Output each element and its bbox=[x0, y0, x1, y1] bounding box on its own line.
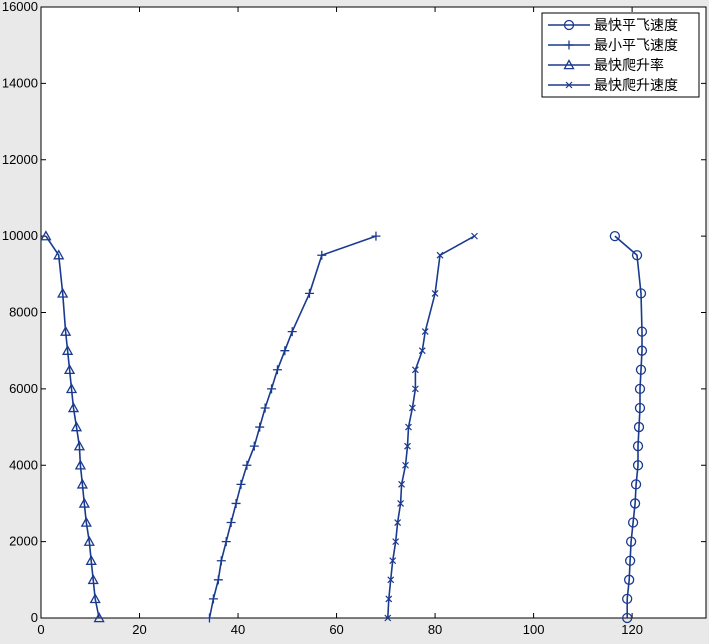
x-tick-label: 40 bbox=[231, 622, 245, 637]
y-tick-label: 2000 bbox=[9, 534, 38, 549]
legend-label-2: 最小平飞速度 bbox=[594, 37, 678, 53]
legend-label-3: 最快爬升率 bbox=[594, 57, 664, 73]
y-tick-label: 4000 bbox=[9, 457, 38, 472]
x-tick-label: 120 bbox=[621, 622, 643, 637]
x-tick-label: 100 bbox=[523, 622, 545, 637]
y-tick-label: 10000 bbox=[2, 228, 38, 243]
legend-label-1: 最快平飞速度 bbox=[594, 17, 678, 33]
legend-label-4: 最快爬升速度 bbox=[594, 77, 678, 93]
x-tick-label: 0 bbox=[37, 622, 44, 637]
plot-area bbox=[40, 6, 707, 619]
x-tick-label: 60 bbox=[329, 622, 343, 637]
y-tick-label: 8000 bbox=[9, 305, 38, 320]
y-tick-label: 14000 bbox=[2, 75, 38, 90]
x-tick-label: 80 bbox=[428, 622, 442, 637]
y-tick-label: 0 bbox=[31, 610, 38, 625]
y-tick-label: 16000 bbox=[2, 0, 38, 14]
x-tick-label: 20 bbox=[132, 622, 146, 637]
y-tick-label: 6000 bbox=[9, 381, 38, 396]
chart: 0 20 40 60 80 100 120 0 2000 4000 6000 8000 10000 120… bbox=[0, 0, 709, 639]
chart-svg: 0 20 40 60 80 100 120 0 2000 4000 6000 8000 10000 120… bbox=[2, 0, 707, 637]
y-tick-label: 12000 bbox=[2, 152, 38, 167]
